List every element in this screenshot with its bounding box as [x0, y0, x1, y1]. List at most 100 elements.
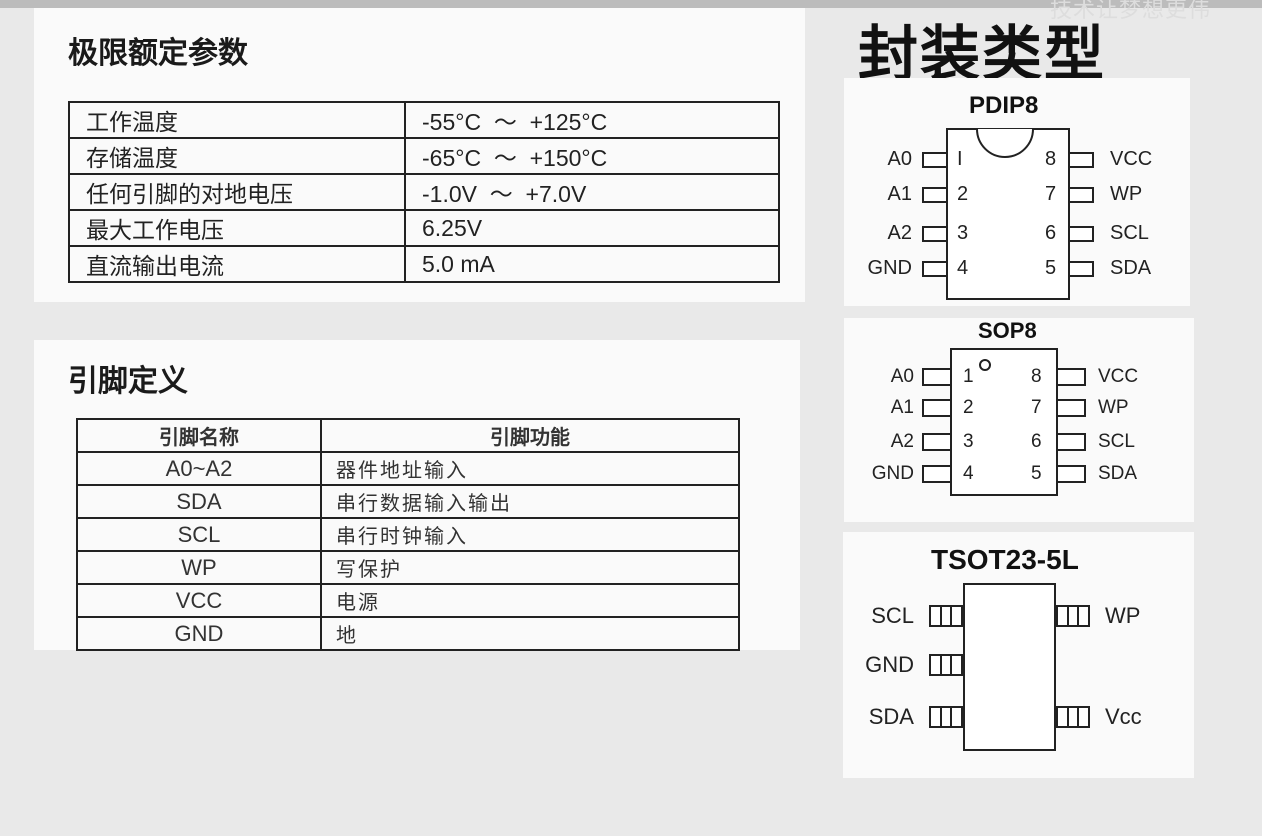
pdip8-pin-label: WP — [1110, 183, 1143, 205]
pdip8-pin-left — [922, 226, 946, 242]
tsot-pin-left-inner — [940, 706, 952, 728]
sop8-pin-label: A1 — [890, 397, 914, 418]
param-cell: 存储温度 — [68, 137, 406, 175]
sop8-pin-label: WP — [1098, 397, 1129, 418]
pdip8-pin-number: 8 — [1045, 148, 1057, 170]
tsot-pin-left-inner — [940, 605, 952, 627]
pdip8-pin-right — [1070, 226, 1094, 242]
pin-name: SCL — [76, 517, 322, 552]
sop8-pin-label: A2 — [890, 431, 914, 452]
param-cell: 直流输出电流 — [68, 245, 406, 283]
sop8-pin-left — [922, 368, 950, 386]
value-cell: 6.25V — [404, 209, 780, 247]
sop8-pin-label: SDA — [1098, 463, 1138, 484]
sop8-pin-right — [1058, 368, 1086, 386]
table-row: GND 地 — [76, 616, 740, 651]
limits-table: 工作温度 -55°C ～ +125°C 存储温度 -65°C ～ +150°C … — [68, 101, 780, 283]
pin-func: 电源 — [320, 583, 740, 618]
sop8-dot-marker — [979, 359, 991, 371]
pdip8-pin-label: SDA — [1110, 257, 1152, 279]
pdip8-pin-number: 3 — [957, 222, 969, 244]
sop8-pin-right — [1058, 399, 1086, 417]
pin-func: 写保护 — [320, 550, 740, 585]
table-row: 直流输出电流 5.0 mA — [68, 245, 780, 283]
sop8-pin-number: 5 — [1031, 463, 1042, 484]
pdip8-pin-number: 4 — [957, 257, 969, 279]
pdip8-notch — [976, 128, 1034, 158]
pdip8-pin-right — [1070, 187, 1094, 203]
sop8-pin-label: A0 — [890, 366, 914, 387]
pdip8-pin-number: 6 — [1045, 222, 1057, 244]
pdip8-pin-number: I — [957, 148, 963, 170]
sop8-pin-number: 3 — [963, 431, 974, 452]
pdip8-pin-number: 7 — [1045, 183, 1057, 205]
pins-table: 引脚名称 引脚功能 A0~A2 器件地址输入 SDA 串行数据输入输出 SCL 串行时… — [76, 418, 740, 651]
sop8-pin-left — [922, 399, 950, 417]
pdip8-pin-label: GND — [867, 257, 912, 279]
tsot-pin-label: WP — [1105, 603, 1141, 628]
table-row: VCC 电源 — [76, 583, 740, 618]
sop8-pin-label: SCL — [1098, 431, 1135, 452]
pdip8-pin-number: 2 — [957, 183, 969, 205]
table-row: A0~A2 器件地址输入 — [76, 451, 740, 486]
value-cell: 5.0 mA — [404, 245, 780, 283]
sop8-pin-label: GND — [871, 463, 914, 484]
value-cell: -65°C ～ +150°C — [404, 137, 780, 175]
sop8-pin-left — [922, 433, 950, 451]
col-header-name: 引脚名称 — [76, 418, 322, 453]
param-cell: 最大工作电压 — [68, 209, 406, 247]
pin-name: VCC — [76, 583, 322, 618]
table-row: SCL 串行时钟输入 — [76, 517, 740, 552]
table-header-row: 引脚名称 引脚功能 — [76, 418, 740, 453]
pdip8-pin-number: 5 — [1045, 257, 1057, 279]
pdip8-pin-right — [1070, 152, 1094, 168]
pdip8-pin-right — [1070, 261, 1094, 277]
table-row: 存储温度 -65°C ～ +150°C — [68, 137, 780, 175]
tsot-pin-label: SCL — [871, 603, 914, 628]
table-row: 工作温度 -55°C ～ +125°C — [68, 101, 780, 139]
pdip8-pin-label: A0 — [887, 148, 912, 170]
pin-name: A0~A2 — [76, 451, 322, 486]
tsot-pin-label: GND — [865, 652, 914, 677]
table-row: 最大工作电压 6.25V — [68, 209, 780, 247]
sop8-pin-right — [1058, 433, 1086, 451]
col-header-func: 引脚功能 — [320, 418, 740, 453]
sop8-pin-number: 6 — [1031, 431, 1042, 452]
value-cell: -55°C ～ +125°C — [404, 101, 780, 139]
sop8-pin-number: 1 — [963, 366, 974, 387]
pin-func: 串行数据输入输出 — [320, 484, 740, 519]
tsot-pin-label: Vcc — [1105, 704, 1142, 729]
tsot-title: TSOT23-5L — [931, 544, 1079, 575]
pin-name: GND — [76, 616, 322, 651]
pdip8-pin-label: VCC — [1110, 148, 1153, 170]
pdip8-pin-label: A2 — [887, 222, 912, 244]
table-row: WP 写保护 — [76, 550, 740, 585]
pdip8-pin-left — [922, 152, 946, 168]
pdip8-pin-left — [922, 261, 946, 277]
pin-name: SDA — [76, 484, 322, 519]
sop8-pin-label: VCC — [1098, 366, 1139, 387]
pin-func: 串行时钟输入 — [320, 517, 740, 552]
sop8-pin-number: 8 — [1031, 366, 1042, 387]
sop8-title: SOP8 — [978, 318, 1037, 343]
limits-title: 极限额定参数 — [68, 36, 248, 71]
pin-name: WP — [76, 550, 322, 585]
pin-func: 器件地址输入 — [320, 451, 740, 486]
sop8-pin-number: 2 — [963, 397, 974, 418]
param-cell: 工作温度 — [68, 101, 406, 139]
sop8-pin-right — [1058, 465, 1086, 483]
sop8-pin-number: 4 — [963, 463, 974, 484]
sop8-pin-number: 7 — [1031, 397, 1042, 418]
pdip8-pin-left — [922, 187, 946, 203]
param-cell: 任何引脚的对地电压 — [68, 173, 406, 211]
tsot-pin-label: SDA — [868, 704, 914, 729]
pins-title: 引脚定义 — [68, 364, 188, 399]
pdip8-pin-label: A1 — [887, 183, 912, 205]
value-cell: -1.0V ～ +7.0V — [404, 173, 780, 211]
pin-func: 地 — [320, 616, 740, 651]
tsot-pin-right-inner — [1067, 605, 1079, 627]
tsot-chip-body — [963, 583, 1056, 751]
table-row: 任何引脚的对地电压 -1.0V ～ +7.0V — [68, 173, 780, 211]
table-row: SDA 串行数据输入输出 — [76, 484, 740, 519]
tsot-pin-left-inner — [940, 654, 952, 676]
